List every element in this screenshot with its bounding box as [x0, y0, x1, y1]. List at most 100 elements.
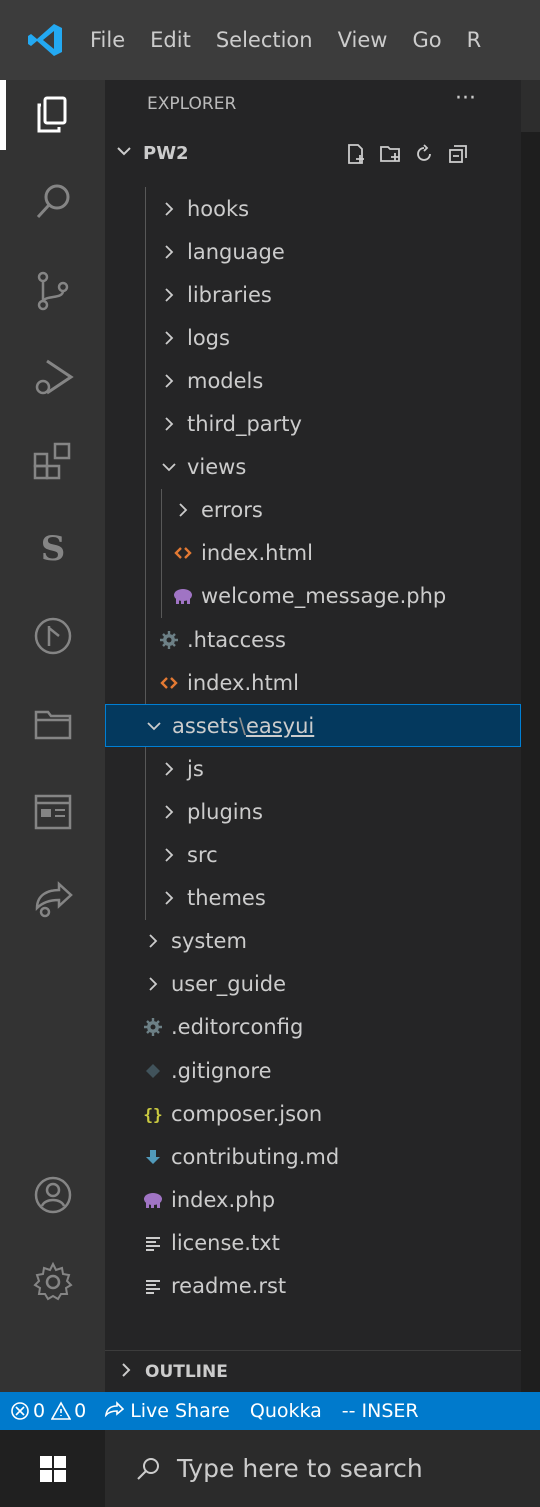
folder-icon[interactable] — [0, 689, 105, 759]
tree-folder-row[interactable]: views — [105, 446, 521, 489]
php-file-icon — [171, 584, 195, 608]
tree-file-row[interactable]: {} composer.json — [105, 1092, 521, 1135]
tree-file-row[interactable]: index.php — [105, 1178, 521, 1221]
windows-start-icon[interactable] — [0, 1430, 105, 1507]
menu-edit[interactable]: Edit — [150, 28, 191, 52]
tree-folder-row[interactable]: js — [105, 747, 521, 790]
chevron-down-icon — [115, 142, 133, 164]
compact-folder-segment[interactable]: easyui — [246, 714, 314, 738]
tree-file-row[interactable]: readme.rst — [105, 1265, 521, 1308]
source-control-icon[interactable] — [0, 256, 105, 326]
status-bar: 0 0 Live Share Quokka -- INSER — [0, 1392, 540, 1430]
menu-run[interactable]: R — [467, 28, 482, 52]
tree-item-label: language — [187, 239, 285, 264]
tree-folder-row[interactable]: models — [105, 359, 521, 402]
quokka-button[interactable]: Quokka — [250, 1400, 322, 1422]
tree-file-row[interactable]: contributing.md — [105, 1135, 521, 1178]
tree-file-row[interactable]: index.html — [105, 532, 521, 575]
html-file-icon — [171, 541, 195, 565]
tree-folder-row[interactable]: user_guide — [105, 963, 521, 1006]
tree-item-label: contributing.md — [171, 1144, 340, 1169]
outline-section-header[interactable]: OUTLINE — [105, 1350, 521, 1392]
tree-folder-row[interactable]: src — [105, 834, 521, 877]
indent-guide — [145, 747, 146, 920]
chevron-right-icon — [117, 1361, 135, 1383]
live-share-button[interactable]: Live Share — [104, 1400, 230, 1422]
tree-folder-row[interactable]: logs — [105, 316, 521, 359]
collapse-all-icon[interactable] — [441, 139, 475, 169]
menu-view[interactable]: View — [338, 28, 388, 52]
explorer-icon[interactable] — [0, 80, 105, 150]
error-icon — [10, 1401, 30, 1421]
new-file-icon[interactable] — [339, 139, 373, 169]
tree-folder-row[interactable]: assets \ easyui — [105, 704, 521, 748]
vscode-logo-icon — [0, 0, 90, 80]
outline-label: OUTLINE — [145, 1362, 228, 1382]
problems-indicator[interactable]: 0 0 — [10, 1400, 86, 1422]
windows-taskbar: Type here to search — [0, 1430, 540, 1507]
html-file-icon — [157, 671, 181, 695]
run-debug-icon[interactable] — [0, 342, 105, 412]
browser-preview-icon[interactable] — [0, 777, 105, 847]
tree-item-label: .htaccess — [187, 627, 286, 652]
tree-item-label: src — [187, 843, 218, 867]
extensions-icon[interactable] — [0, 427, 105, 497]
menu-bar: File Edit Selection View Go R — [90, 28, 506, 52]
indent-guide — [161, 488, 162, 618]
tree-item-label: readme.rst — [171, 1274, 287, 1298]
timeline-icon[interactable] — [0, 601, 105, 671]
tree-file-row[interactable]: welcome_message.php — [105, 575, 521, 618]
search-icon[interactable] — [0, 167, 105, 237]
tree-file-row[interactable]: index.html — [105, 661, 521, 704]
warning-icon — [51, 1401, 72, 1421]
tree-folder-row[interactable]: language — [105, 230, 521, 273]
settings-gear-icon[interactable] — [0, 1247, 105, 1317]
chevron-right-icon — [171, 498, 195, 522]
activity-bar: S — [0, 80, 105, 1392]
accounts-icon[interactable] — [0, 1160, 105, 1230]
tree-file-row[interactable]: .editorconfig — [105, 1006, 521, 1049]
workspace-section-header[interactable]: PW2 — [105, 133, 521, 173]
tree-folder-row[interactable]: system — [105, 920, 521, 963]
more-actions-icon[interactable]: ··· — [455, 86, 476, 111]
chevron-right-icon — [157, 197, 181, 221]
tree-folder-row[interactable]: errors — [105, 489, 521, 532]
tree-folder-row[interactable]: libraries — [105, 273, 521, 316]
live-share-label: Live Share — [130, 1400, 230, 1422]
live-share-icon[interactable] — [0, 865, 105, 935]
tree-folder-row[interactable]: third_party — [105, 403, 521, 446]
tree-item-label: .editorconfig — [171, 1015, 304, 1040]
chevron-right-icon — [157, 843, 181, 867]
tree-item-label: index.html — [187, 670, 299, 695]
tree-folder-row[interactable]: hooks — [105, 187, 521, 230]
warning-count: 0 — [74, 1400, 87, 1422]
taskbar-search-box[interactable]: Type here to search — [105, 1430, 540, 1507]
s-extension-icon[interactable]: S — [0, 513, 105, 583]
live-share-status-icon — [104, 1401, 125, 1421]
tree-folder-row[interactable]: themes — [105, 877, 521, 920]
tree-folder-row[interactable]: plugins — [105, 790, 521, 833]
tree-item-label: composer.json — [171, 1101, 323, 1126]
error-count: 0 — [33, 1400, 46, 1422]
tree-item-label: hooks — [187, 196, 250, 221]
refresh-icon[interactable] — [407, 139, 441, 169]
new-folder-icon[interactable] — [373, 139, 407, 169]
taskbar-search-placeholder: Type here to search — [177, 1454, 423, 1483]
menu-go[interactable]: Go — [412, 28, 441, 52]
tree-item-label: themes — [187, 886, 266, 911]
chevron-right-icon — [141, 929, 165, 953]
menu-selection[interactable]: Selection — [216, 28, 313, 52]
tree-item-label: logs — [187, 325, 230, 350]
tree-file-row[interactable]: .htaccess — [105, 618, 521, 661]
chevron-right-icon — [157, 412, 181, 436]
path-separator: \ — [238, 713, 246, 738]
tree-file-row[interactable]: .gitignore — [105, 1049, 521, 1092]
gear-icon — [141, 1015, 165, 1039]
tree-item-label: models — [187, 368, 264, 393]
vim-mode-indicator: -- INSER — [341, 1400, 419, 1422]
editor-area — [521, 80, 540, 1392]
tree-file-row[interactable]: license.txt — [105, 1221, 521, 1264]
menu-file[interactable]: File — [90, 28, 125, 52]
chevron-down-icon — [142, 714, 166, 738]
chevron-right-icon — [157, 800, 181, 824]
